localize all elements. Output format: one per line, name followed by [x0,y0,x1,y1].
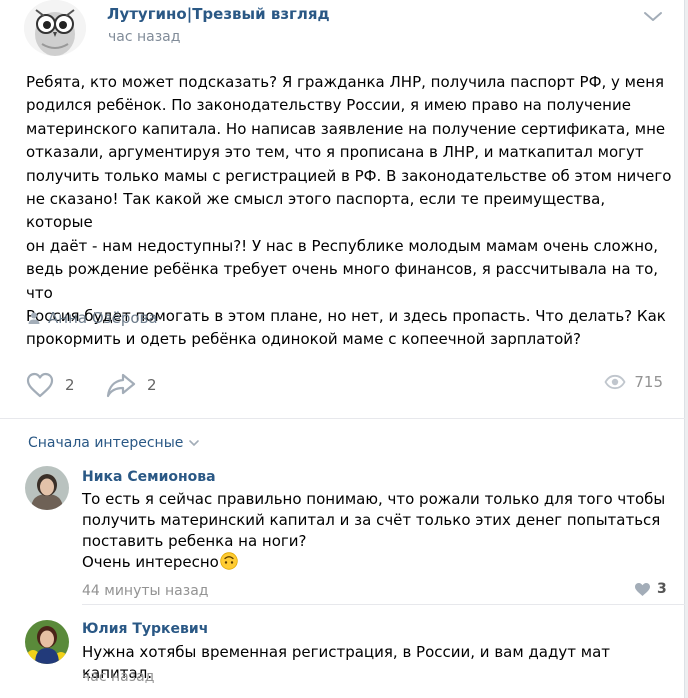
post-text-line: не сказано! Так какой же смысл этого пас… [26,190,606,232]
comment-time[interactable]: 44 минуты назад [82,583,208,599]
chevron-down-icon [189,440,200,447]
comment-text-line: То есть я сейчас правильно понимаю, что … [82,490,666,508]
post-text-line: он даёт - нам недоступны?! У нас в Респу… [26,236,658,255]
comment-author-link[interactable]: Юлия Туркевич [82,621,208,637]
author-name[interactable]: Анна Озёрова [48,309,158,327]
heart-icon [635,582,650,596]
post-text-line: родился ребёнок. По законодательству Рос… [26,96,631,115]
comment-text-line: Нужна хотябы временная регистрация, в Ро… [82,643,610,682]
post-header: Лутугино|Трезвый взгляд час назад [0,0,685,62]
comment-text-line: поставить ребенка на ноги? [82,532,307,550]
post-time[interactable]: час назад [108,29,180,45]
group-name-link[interactable]: Лутугино|Трезвый взгляд [107,5,330,23]
user-icon [28,312,40,324]
comment: Юлия Туркевич Нужна хотябы временная рег… [0,620,685,698]
comment-text: Нужна хотябы временная регистрация, в Ро… [82,642,672,684]
views-counter: 715 [604,373,663,391]
comment-like-button[interactable]: 3 [634,581,667,597]
comment-text-line: получить материнский капитал и за счёт т… [82,511,661,529]
upside-down-face-icon [220,552,238,570]
share-button[interactable]: 2 [105,371,157,399]
group-avatar[interactable] [24,0,86,56]
comment: Ника Семионова То есть я сейчас правильн… [0,466,685,606]
like-button[interactable]: 2 [25,371,75,399]
heart-icon [26,372,54,398]
comments-sort-label: Сначала интересные [28,435,184,451]
divider [82,604,685,605]
post-author[interactable]: Анна Озёрова [27,308,158,328]
comments-sort-dropdown[interactable]: Сначала интересные [28,435,200,451]
like-count: 2 [65,376,75,394]
comment-author-link[interactable]: Ника Семионова [82,469,216,485]
post-text-line: Ребята, кто может подсказать? Я гражданк… [26,73,665,91]
share-icon [106,373,136,398]
comment-time[interactable]: час назад [82,669,154,685]
share-count: 2 [147,376,157,394]
avatar[interactable] [25,620,69,664]
post-text-line: получить только мамы с регистрацией в РФ… [26,166,672,185]
divider [0,418,685,419]
post-card: Лутугино|Трезвый взгляд час назад Ребята… [0,0,685,698]
post-text-line: прокормить и одеть ребёнка одинокой маме… [26,330,582,349]
comment-text-fragment: Очень интересно [82,553,219,571]
post-actions: 2 2 715 [0,368,685,402]
comment-text-line: Очень интересно [82,552,672,573]
eye-icon [604,374,626,390]
views-count: 715 [634,373,663,391]
post-text-line: отказали, аргументируя это тем, что я пр… [26,143,644,162]
comment-text: То есть я сейчас правильно понимаю, что … [82,489,672,573]
comment-like-count: 3 [657,581,667,597]
post-text-line: ведь рождение ребёнка требует очень мног… [26,260,659,302]
chevron-down-icon[interactable] [640,8,666,26]
avatar[interactable] [25,466,69,510]
post-text-line: материнского капитала. Но написав заявле… [26,119,666,138]
